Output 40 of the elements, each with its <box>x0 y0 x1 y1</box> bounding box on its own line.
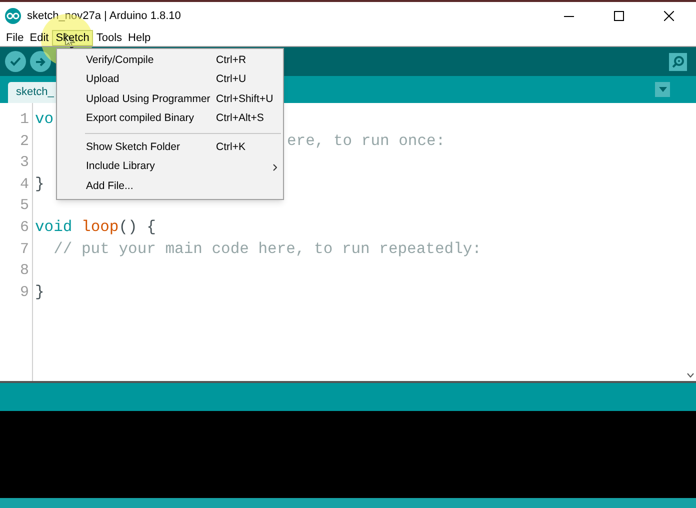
menu-item[interactable]: File <box>3 30 27 46</box>
line-number: 3 <box>20 153 29 174</box>
menu-entry[interactable]: Show Sketch Folder Ctrl+K <box>57 138 283 158</box>
line-number: 4 <box>20 174 29 195</box>
menu-entry[interactable]: Add File... <box>57 177 283 196</box>
close-icon <box>664 11 674 21</box>
code-text: void <box>35 216 72 238</box>
caret-down-icon <box>658 87 666 92</box>
code-text: ere, to run once: <box>287 130 446 152</box>
app-logo-icon <box>5 8 21 24</box>
code-text: vo <box>35 109 54 130</box>
menu-item[interactable]: Edit <box>26 30 52 46</box>
verify-button[interactable] <box>5 51 26 72</box>
line-number: 6 <box>20 218 29 238</box>
checkmark-icon <box>10 57 21 66</box>
line-number: 1 <box>20 110 29 130</box>
arrow-right-icon <box>35 56 46 66</box>
menu-entry[interactable]: Include Library <box>57 158 283 177</box>
line-number: 8 <box>20 261 29 282</box>
upload-button[interactable] <box>30 51 51 72</box>
window-title: sketch_nov27a | Arduino 1.8.10 <box>27 8 181 24</box>
scroll-down-icon <box>687 373 694 378</box>
menu-item[interactable]: Tools <box>93 30 126 46</box>
menu-item[interactable]: Sketch <box>52 30 94 46</box>
line-number: 5 <box>20 196 29 216</box>
line-number: 7 <box>20 240 29 260</box>
code-text: loop <box>82 216 119 238</box>
code-text: } <box>35 174 44 195</box>
line-number: 2 <box>20 132 29 152</box>
code-text: () { <box>118 216 156 238</box>
code-text: } <box>35 282 44 303</box>
chevron-right-icon <box>273 164 277 171</box>
line-number: 9 <box>20 282 29 303</box>
menu-entry[interactable]: Export compiled Binary Ctrl+Alt+S <box>57 110 283 129</box>
magnifier-icon <box>672 55 684 68</box>
serial-monitor-button[interactable] <box>669 52 687 70</box>
tab-menu-button[interactable] <box>655 82 670 97</box>
code-text: // put your main code here, to run repeatedly: <box>52 238 482 260</box>
menu-item[interactable]: Help <box>125 30 154 46</box>
maximize-icon <box>614 11 624 21</box>
